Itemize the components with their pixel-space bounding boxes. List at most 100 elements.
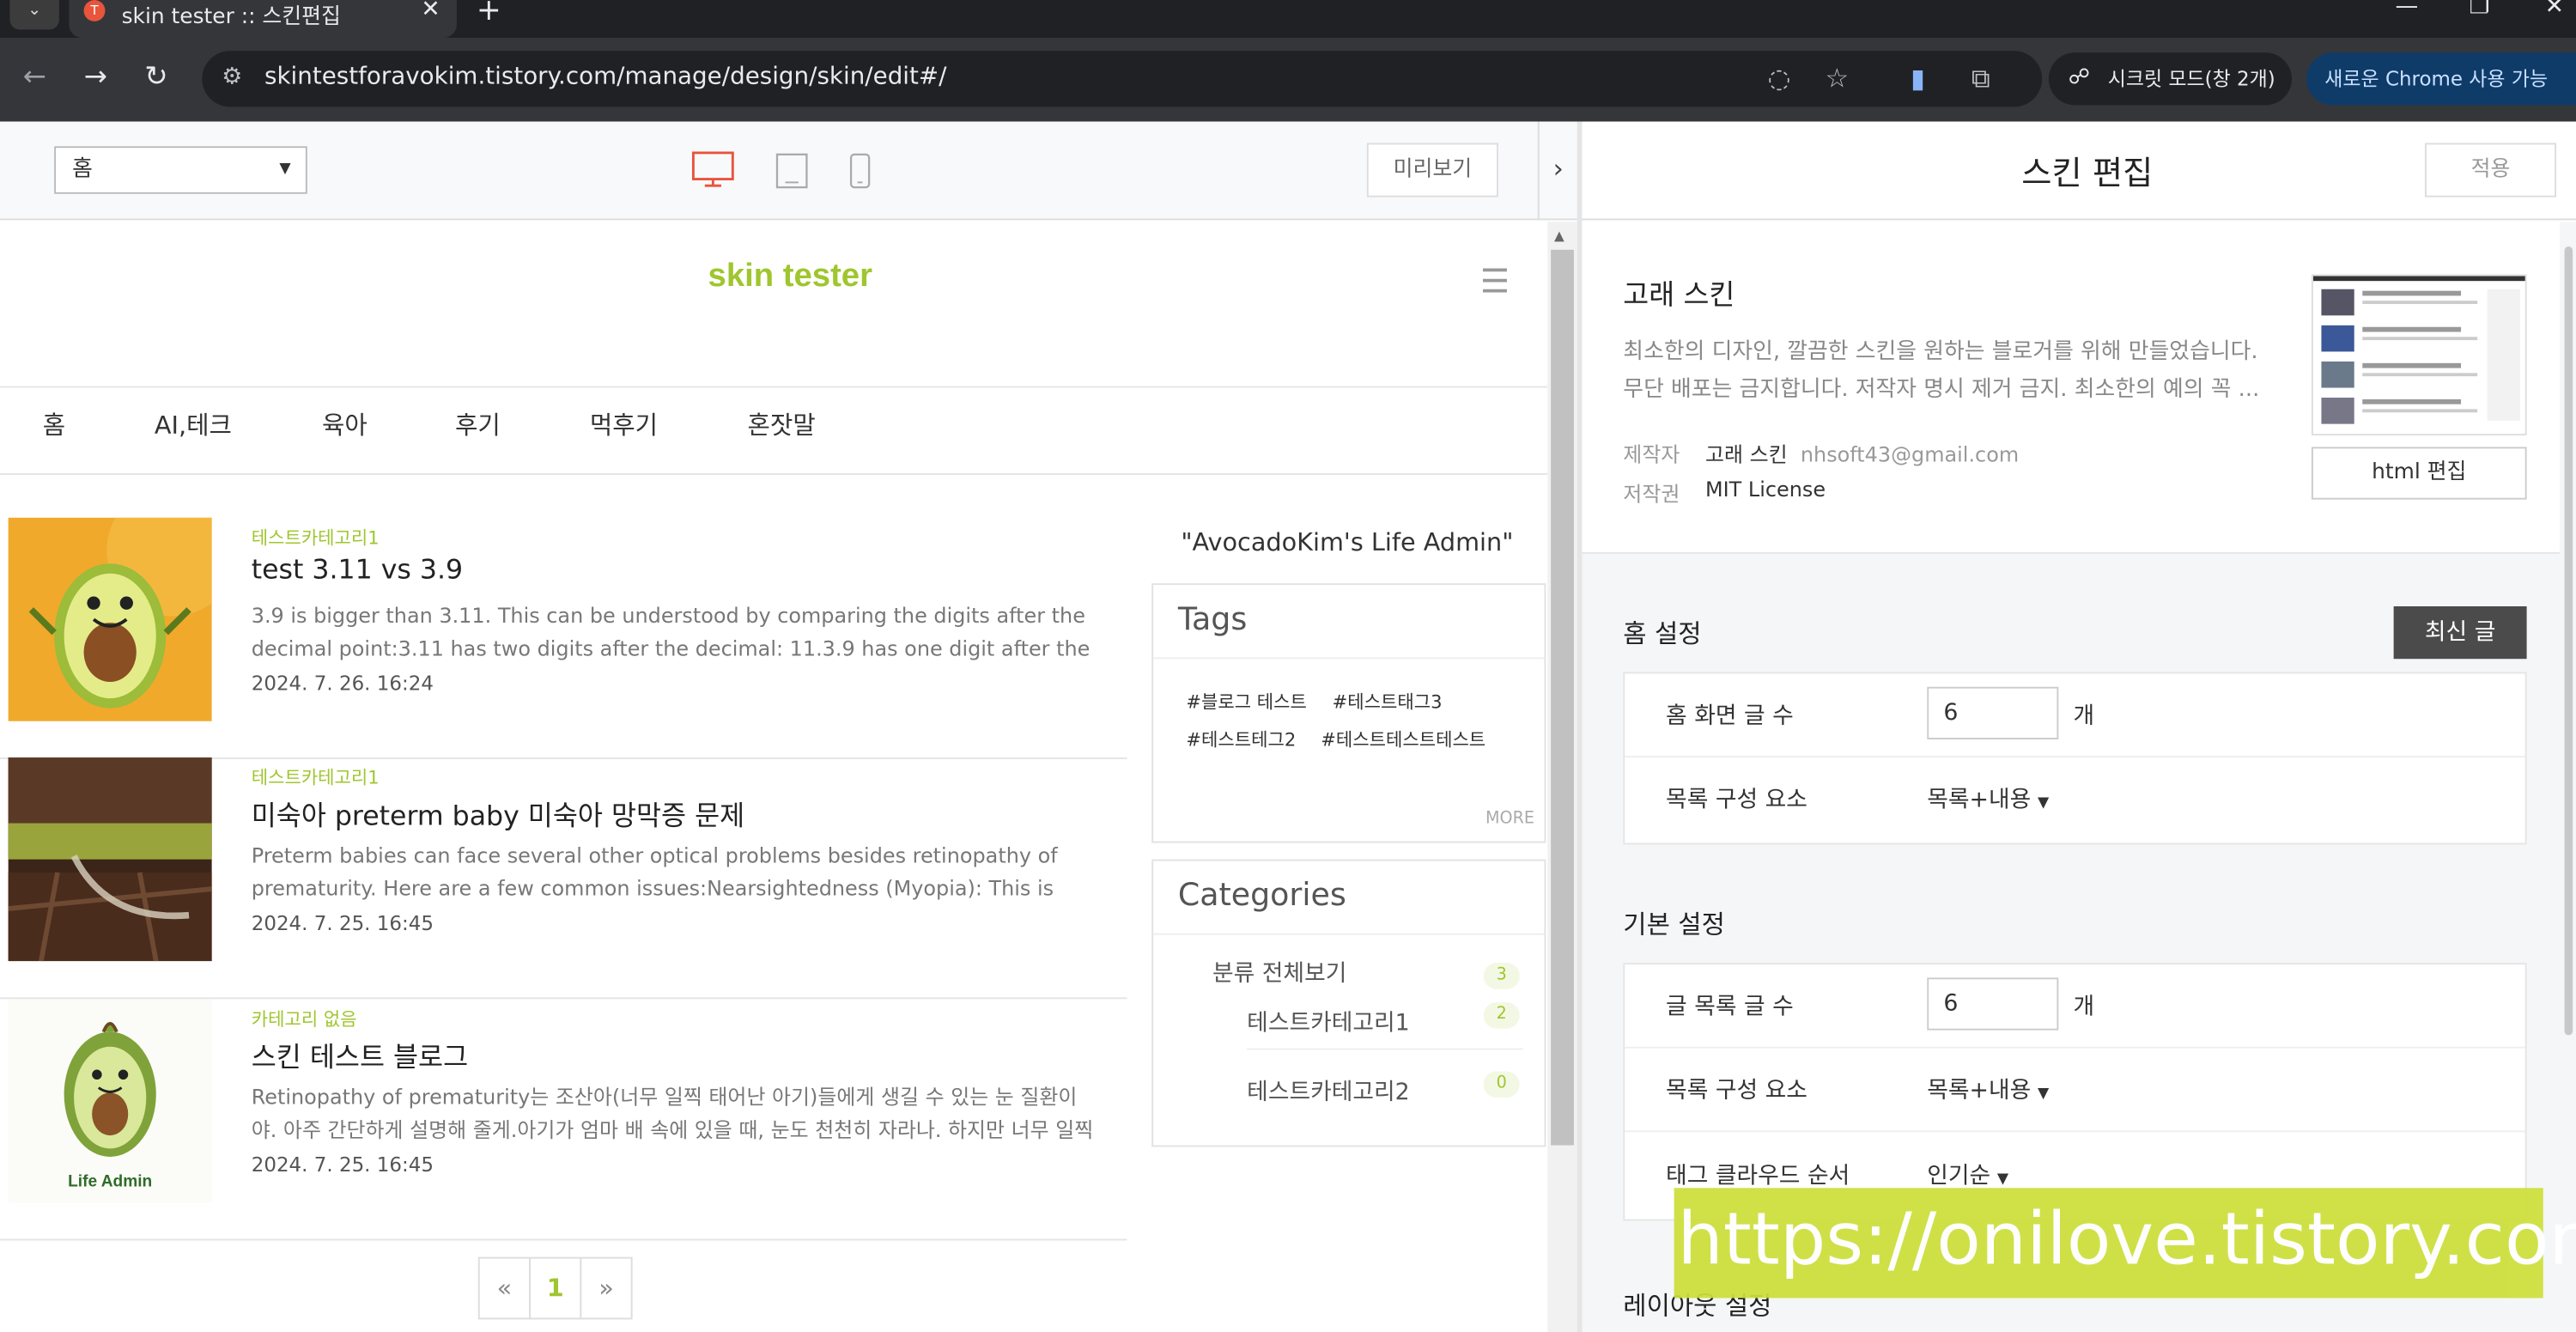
nav-item-review[interactable]: 후기 — [455, 407, 501, 441]
category-all-link[interactable]: 분류 전체보기 — [1212, 957, 1346, 989]
tag-cloud-order-dropdown[interactable]: 인기순 ▼ — [1927, 1159, 2008, 1191]
recent-posts-button[interactable]: 최신 글 — [2393, 605, 2527, 660]
category-divider — [1247, 1048, 1523, 1050]
prev-page-button[interactable]: « — [477, 1256, 531, 1320]
incognito-indicator[interactable]: ☍ 시크릿 모드(창 2개) — [2048, 52, 2293, 106]
nav-divider — [0, 386, 1548, 388]
post-category[interactable]: 테스트카테고리1 — [252, 764, 380, 791]
post-title[interactable]: test 3.11 vs 3.9 — [252, 554, 463, 585]
tag-link[interactable]: #블로그 테스트 — [1186, 689, 1307, 715]
blog-title[interactable]: skin tester — [0, 258, 1547, 295]
desktop-device-icon[interactable] — [691, 151, 734, 191]
new-chrome-button[interactable]: 새로운 Chrome 사용 가능 — [2306, 52, 2576, 106]
site-info-icon[interactable]: ⚙ — [222, 64, 242, 91]
nav-item-food-review[interactable]: 먹후기 — [590, 407, 658, 441]
next-page-button[interactable]: » — [580, 1256, 633, 1320]
eye-off-icon[interactable]: ◌ — [1768, 63, 1791, 94]
tab-title: skin tester :: 스킨편집 — [121, 4, 341, 30]
scroll-up-arrow-icon[interactable]: ▲ — [1554, 228, 1564, 243]
author-name: 고래 스킨 — [1704, 441, 1788, 467]
new-chrome-label: 새로운 Chrome 사용 가능 — [2324, 67, 2549, 91]
skin-info-card: 고래 스킨 최소한의 디자인, 깔끔한 스킨을 원하는 블로거를 위해 만들었습… — [1582, 222, 2576, 554]
tistory-favicon-icon: T — [83, 0, 106, 21]
chocolate-thumbnail[interactable] — [8, 757, 212, 962]
preview-button[interactable]: 미리보기 — [1366, 143, 1498, 198]
setting-label: 태그 클라우드 순서 — [1666, 1163, 1850, 1190]
reload-icon[interactable]: ↻ — [144, 61, 167, 94]
home-settings-title: 홈 설정 — [1623, 619, 1702, 649]
post-summary: Preterm babies can face several other op… — [251, 842, 1058, 901]
minimize-icon[interactable]: — — [2396, 0, 2419, 20]
life-admin-thumbnail[interactable]: Life Admin — [8, 999, 212, 1203]
reading-list-icon[interactable]: ▮ — [1911, 63, 1925, 94]
panel-scrollbar-thumb[interactable] — [2564, 246, 2573, 1036]
restore-icon[interactable]: ❐ — [2470, 0, 2490, 20]
mobile-device-icon[interactable] — [849, 153, 872, 191]
post-date: 2024. 7. 25. 16:45 — [251, 1153, 434, 1177]
post-item[interactable]: 테스트카테고리1 test 3.11 vs 3.9 3.9 is bigger … — [0, 517, 1127, 759]
nav-item-home[interactable]: 홈 — [43, 407, 65, 441]
nav-item-ai-tech[interactable]: AI,테크 — [155, 407, 232, 441]
home-list-elements-dropdown[interactable]: 목록+내용 ▼ — [1927, 782, 2049, 815]
nav-item-monologue[interactable]: 혼잣말 — [748, 407, 816, 441]
tag-link[interactable]: #테스트테스트테스트 — [1321, 727, 1485, 753]
tag-link[interactable]: #테스트테그2 — [1186, 727, 1296, 753]
post-category[interactable]: 테스트카테고리1 — [252, 524, 380, 550]
license-value: MIT License — [1704, 476, 1826, 502]
collapse-panel-chevron-icon[interactable]: › — [1537, 121, 1577, 221]
skin-edit-header: 스킨 편집 적용 — [1582, 121, 2576, 221]
post-item[interactable]: Life Admin 카테고리 없음 스킨 테스트 블로그 Retinopath… — [0, 999, 1127, 1241]
close-window-icon[interactable]: ✕ — [2545, 0, 2564, 20]
setting-label: 목록 구성 요소 — [1666, 787, 1807, 814]
tags-more-link[interactable]: MORE — [1485, 810, 1534, 828]
category-count-badge: 2 — [1483, 1002, 1520, 1029]
skin-thumbnail — [2311, 274, 2527, 436]
setting-label: 글 목록 글 수 — [1666, 994, 1794, 1021]
post-category[interactable]: 카테고리 없음 — [252, 1006, 357, 1032]
preview-scrollbar-thumb[interactable] — [1551, 249, 1574, 1146]
category-link[interactable]: 테스트카테고리2 — [1247, 1074, 1410, 1107]
list-elements-dropdown[interactable]: 목록+내용 ▼ — [1927, 1073, 2049, 1105]
post-title[interactable]: 미숙아 preterm baby 미숙아 망막증 문제 — [252, 794, 744, 833]
page-select[interactable]: 홈 ▼ — [54, 146, 307, 194]
list-post-count-input[interactable]: 6 — [1927, 977, 2059, 1031]
setting-row: 목록 구성 요소 목록+내용 ▼ — [1625, 1049, 2525, 1133]
editor-top-bar: 홈 ▼ 미리보기 — [0, 121, 1538, 221]
address-bar[interactable]: ⚙ skintestforavokim.tistory.com/manage/d… — [202, 51, 2043, 107]
back-icon[interactable]: ← — [23, 61, 46, 94]
watermark-overlay: https://onilove.tistory.com — [1674, 1188, 2576, 1299]
star-bookmark-icon[interactable]: ☆ — [1826, 63, 1849, 94]
post-title[interactable]: 스킨 테스트 블로그 — [252, 1035, 468, 1074]
setting-row: 글 목록 글 수 6 개 — [1625, 964, 2525, 1049]
new-tab-icon[interactable]: + — [477, 0, 501, 28]
tag-link[interactable]: #테스트태그3 — [1333, 689, 1443, 715]
url-text[interactable]: skintestforavokim.tistory.com/manage/des… — [264, 64, 946, 91]
skin-description: 최소한의 디자인, 깔끔한 스킨을 원하는 블로거를 위해 만들었습니다. 무단… — [1623, 338, 2260, 403]
home-post-count-input[interactable]: 6 — [1927, 686, 2059, 739]
post-item[interactable]: 테스트카테고리1 미숙아 preterm baby 미숙아 망막증 문제 Pre… — [0, 757, 1127, 1000]
tab-search-button[interactable]: ⌄ — [9, 0, 59, 30]
extensions-icon[interactable]: ⧉ — [1971, 63, 1990, 95]
widget-divider — [1153, 933, 1545, 935]
setting-row: 목록 구성 요소 목록+내용 ▼ — [1625, 757, 2524, 842]
tablet-device-icon[interactable] — [775, 153, 810, 191]
browser-tab[interactable]: T skin tester :: 스킨편집 ✕ — [69, 0, 457, 39]
avocado-thumbnail[interactable] — [8, 517, 212, 721]
tags-widget: Tags #블로그 테스트 #테스트태그3 #테스트테그2 #테스트테스트테스트… — [1151, 583, 1546, 843]
basic-settings-title: 기본 설정 — [1623, 909, 1725, 940]
unit-label: 개 — [2073, 702, 2095, 730]
post-summary: Retinopathy of prematurity는 조산아(너무 일찍 태어… — [251, 1084, 1094, 1142]
nav-item-parenting[interactable]: 육아 — [322, 407, 368, 441]
page-number-button[interactable]: 1 — [529, 1256, 582, 1320]
chevron-down-icon: ▼ — [279, 161, 291, 178]
hamburger-menu-icon[interactable]: ☰ — [1480, 261, 1510, 301]
browser-toolbar: ← → ↻ ⚙ skintestforavokim.tistory.com/ma… — [0, 38, 2576, 122]
category-count-badge: 0 — [1483, 1071, 1520, 1098]
html-edit-button[interactable]: html 편집 — [2311, 447, 2527, 500]
forward-icon[interactable]: → — [84, 61, 107, 94]
category-link[interactable]: 테스트카테고리1 — [1247, 1006, 1410, 1038]
close-tab-icon[interactable]: ✕ — [421, 0, 440, 23]
life-admin-caption: Life Admin — [68, 1172, 152, 1190]
skin-settings-panel: 고래 스킨 최소한의 디자인, 깔끔한 스킨을 원하는 블로거를 위해 만들었습… — [1582, 222, 2576, 1332]
apply-button[interactable]: 적용 — [2424, 143, 2557, 198]
